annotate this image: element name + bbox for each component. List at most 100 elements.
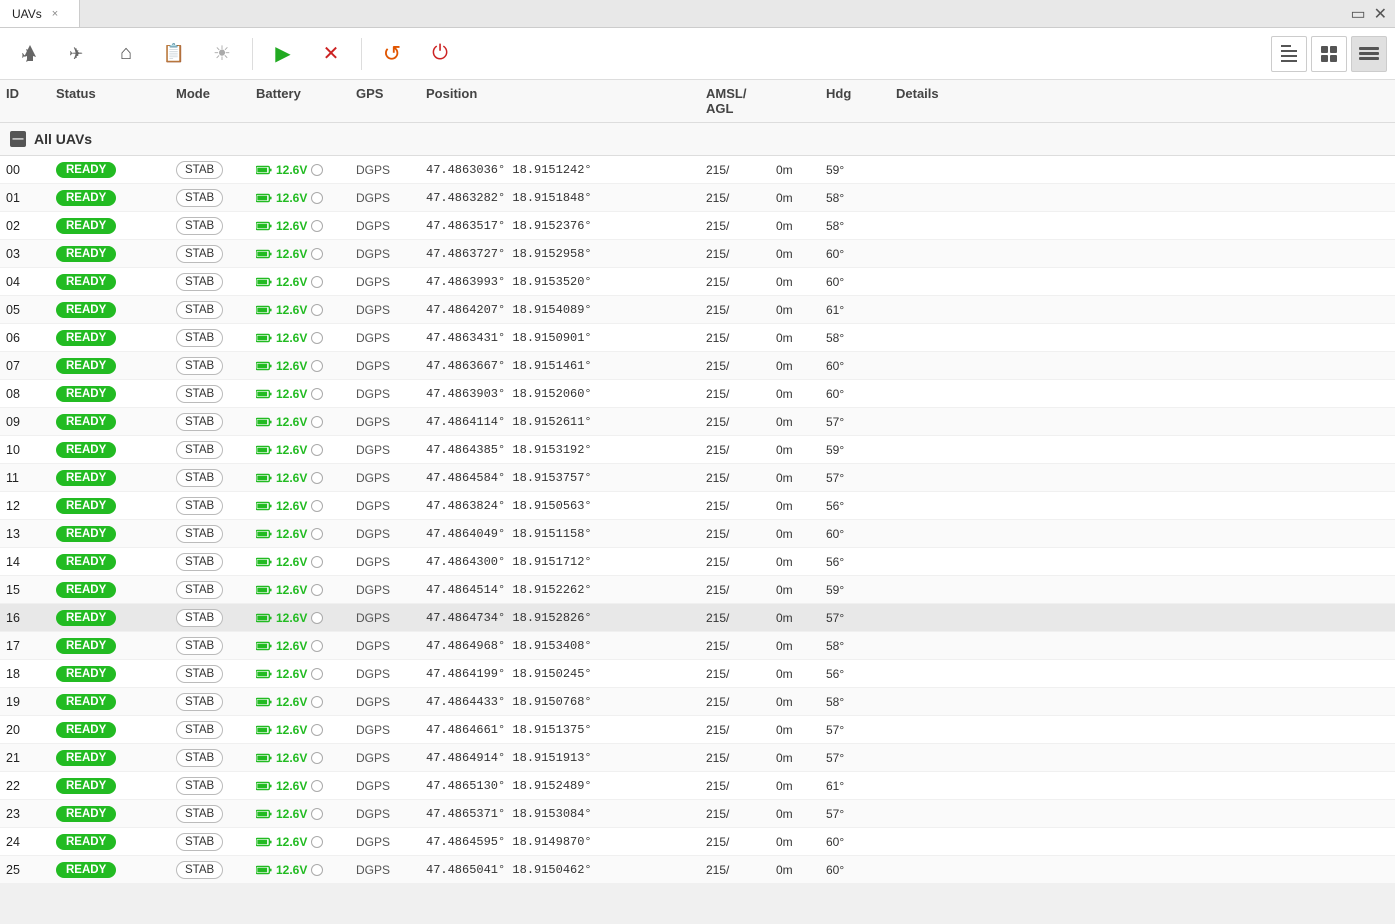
column-headers: ID Status Mode Battery GPS Position AMSL…: [0, 80, 1395, 123]
cell-id: 06: [0, 331, 50, 345]
table-row[interactable]: 11 READY STAB 12.6V DGPS 47.4864584° 18.…: [0, 464, 1395, 492]
cell-hdg: 58°: [820, 639, 890, 653]
battery-icon: [256, 249, 272, 259]
cell-amsl: 215/: [700, 471, 770, 485]
cell-hdg: 59°: [820, 583, 890, 597]
refresh-button[interactable]: ↺: [370, 32, 414, 76]
gps-signal-dot: [311, 696, 323, 708]
group-collapse-button[interactable]: —: [10, 131, 26, 147]
home-button[interactable]: ⌂: [104, 32, 148, 76]
cell-id: 22: [0, 779, 50, 793]
table-row[interactable]: 10 READY STAB 12.6V DGPS 47.4864385° 18.…: [0, 436, 1395, 464]
table-row[interactable]: 23 READY STAB 12.6V DGPS 47.4865371° 18.…: [0, 800, 1395, 828]
table-row[interactable]: 09 READY STAB 12.6V DGPS 47.4864114° 18.…: [0, 408, 1395, 436]
cell-hdg: 61°: [820, 779, 890, 793]
cell-position: 47.4864433° 18.9150768°: [420, 694, 700, 709]
cell-mode: STAB: [170, 385, 250, 403]
cell-id: 25: [0, 863, 50, 877]
table-row[interactable]: 05 READY STAB 12.6V DGPS 47.4864207° 18.…: [0, 296, 1395, 324]
table-row[interactable]: 03 READY STAB 12.6V DGPS 47.4863727° 18.…: [0, 240, 1395, 268]
power-button[interactable]: ⏻: [418, 32, 462, 76]
cell-battery: 12.6V: [250, 639, 350, 653]
takeoff-icon: ✈: [19, 43, 41, 65]
tab-close-button[interactable]: ×: [52, 8, 58, 20]
battery-icon: [256, 165, 272, 175]
table-row[interactable]: 25 READY STAB 12.6V DGPS 47.4865041° 18.…: [0, 856, 1395, 884]
close-window-button[interactable]: ✕: [1374, 4, 1387, 24]
battery-icon: [256, 417, 272, 427]
cell-hdg: 57°: [820, 807, 890, 821]
list-density-button[interactable]: [1271, 36, 1307, 72]
cell-mode: STAB: [170, 665, 250, 683]
table-row[interactable]: 13 READY STAB 12.6V DGPS 47.4864049° 18.…: [0, 520, 1395, 548]
cell-gps: DGPS: [350, 359, 420, 373]
table-row[interactable]: 04 READY STAB 12.6V DGPS 47.4863993° 18.…: [0, 268, 1395, 296]
table-row[interactable]: 17 READY STAB 12.6V DGPS 47.4864968° 18.…: [0, 632, 1395, 660]
cell-position: 47.4864199° 18.9150245°: [420, 666, 700, 681]
takeoff-button[interactable]: ✈: [8, 32, 52, 76]
gps-signal-dot: [311, 388, 323, 400]
cell-agl: 0m: [770, 471, 820, 485]
cell-id: 20: [0, 723, 50, 737]
cell-agl: 0m: [770, 331, 820, 345]
table-row[interactable]: 02 READY STAB 12.6V DGPS 47.4863517° 18.…: [0, 212, 1395, 240]
table-row[interactable]: 01 READY STAB 12.6V DGPS 47.4863282° 18.…: [0, 184, 1395, 212]
cell-agl: 0m: [770, 499, 820, 513]
cell-position: 47.4864114° 18.9152611°: [420, 414, 700, 429]
table-row[interactable]: 14 READY STAB 12.6V DGPS 47.4864300° 18.…: [0, 548, 1395, 576]
mission-button[interactable]: 📋: [152, 32, 196, 76]
light-button[interactable]: ☀: [200, 32, 244, 76]
table-row[interactable]: 00 READY STAB 12.6V DGPS 47.4863036° 18.…: [0, 156, 1395, 184]
uavs-tab[interactable]: UAVs ×: [0, 0, 80, 27]
cell-mode: STAB: [170, 245, 250, 263]
cell-amsl: 215/: [700, 387, 770, 401]
cell-gps: DGPS: [350, 527, 420, 541]
cell-id: 23: [0, 807, 50, 821]
table-row[interactable]: 07 READY STAB 12.6V DGPS 47.4863667° 18.…: [0, 352, 1395, 380]
table-row[interactable]: 18 READY STAB 12.6V DGPS 47.4864199° 18.…: [0, 660, 1395, 688]
power-icon: ⏻: [432, 42, 448, 65]
land-button[interactable]: ✈: [56, 32, 100, 76]
cell-gps: DGPS: [350, 443, 420, 457]
cell-amsl: 215/: [700, 639, 770, 653]
cell-status: READY: [50, 638, 170, 654]
cell-amsl: 215/: [700, 303, 770, 317]
table-row[interactable]: 20 READY STAB 12.6V DGPS 47.4864661° 18.…: [0, 716, 1395, 744]
grid-view-button[interactable]: [1311, 36, 1347, 72]
cell-gps: DGPS: [350, 219, 420, 233]
cell-position: 47.4863727° 18.9152958°: [420, 246, 700, 261]
table-row[interactable]: 19 READY STAB 12.6V DGPS 47.4864433° 18.…: [0, 688, 1395, 716]
gps-signal-dot: [311, 556, 323, 568]
restore-button[interactable]: ▭: [1350, 4, 1365, 24]
gps-signal-dot: [311, 416, 323, 428]
cell-status: READY: [50, 834, 170, 850]
play-button[interactable]: ▶: [261, 32, 305, 76]
cell-agl: 0m: [770, 303, 820, 317]
gps-signal-dot: [311, 276, 323, 288]
cell-id: 11: [0, 471, 50, 485]
cell-battery: 12.6V: [250, 527, 350, 541]
cell-status: READY: [50, 806, 170, 822]
table-row[interactable]: 08 READY STAB 12.6V DGPS 47.4863903° 18.…: [0, 380, 1395, 408]
gps-signal-dot: [311, 500, 323, 512]
gps-signal-dot: [311, 444, 323, 456]
table-row[interactable]: 12 READY STAB 12.6V DGPS 47.4863824° 18.…: [0, 492, 1395, 520]
col-status: Status: [50, 86, 170, 116]
table-row[interactable]: 24 READY STAB 12.6V DGPS 47.4864595° 18.…: [0, 828, 1395, 856]
table-row[interactable]: 06 READY STAB 12.6V DGPS 47.4863431° 18.…: [0, 324, 1395, 352]
list-view-button[interactable]: [1351, 36, 1387, 72]
table-row[interactable]: 21 READY STAB 12.6V DGPS 47.4864914° 18.…: [0, 744, 1395, 772]
cell-mode: STAB: [170, 161, 250, 179]
cell-agl: 0m: [770, 191, 820, 205]
cell-battery: 12.6V: [250, 723, 350, 737]
table-row[interactable]: 22 READY STAB 12.6V DGPS 47.4865130° 18.…: [0, 772, 1395, 800]
cell-agl: 0m: [770, 555, 820, 569]
cell-battery: 12.6V: [250, 611, 350, 625]
table-row[interactable]: 16 READY STAB 12.6V DGPS 47.4864734° 18.…: [0, 604, 1395, 632]
stop-button[interactable]: ✕: [309, 32, 353, 76]
cell-gps: DGPS: [350, 163, 420, 177]
battery-icon: [256, 837, 272, 847]
table-row[interactable]: 15 READY STAB 12.6V DGPS 47.4864514° 18.…: [0, 576, 1395, 604]
cell-id: 12: [0, 499, 50, 513]
cell-id: 05: [0, 303, 50, 317]
